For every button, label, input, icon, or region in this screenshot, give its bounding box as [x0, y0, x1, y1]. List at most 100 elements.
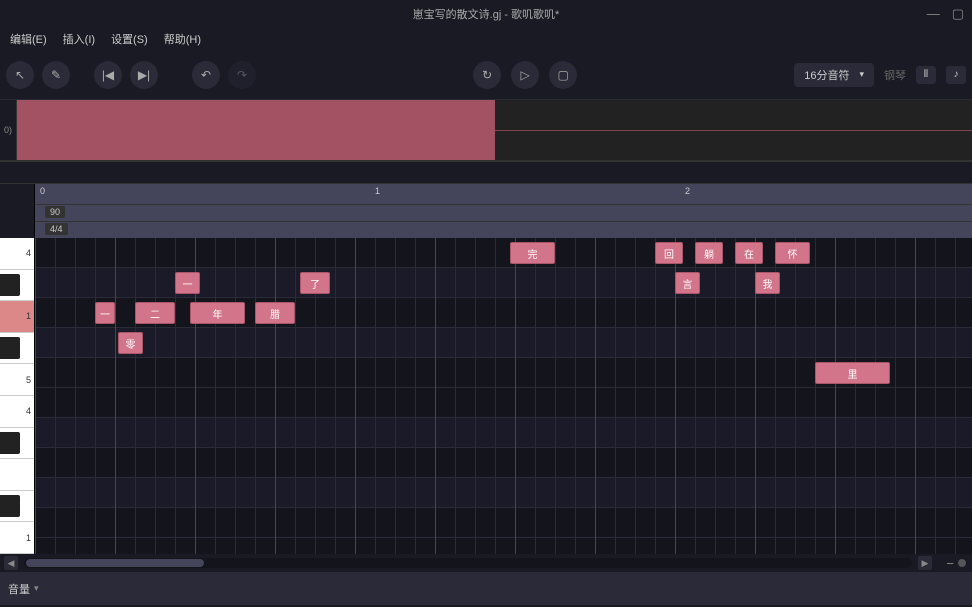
note-block[interactable]: 完 — [510, 242, 555, 264]
menu-help[interactable]: 帮助(H) — [158, 29, 207, 49]
grid-vline — [375, 238, 376, 554]
redo-button[interactable]: ↷ — [228, 61, 256, 89]
grid-vline — [635, 238, 636, 554]
note-block[interactable]: 里 — [815, 362, 890, 384]
waveform-overview: 0) — [0, 100, 972, 162]
note-grid-container: 0 1 2 90 4/4 完回躺在怀一了言我一二年腊零里睡 — [35, 184, 972, 554]
piano-key[interactable]: 1 — [0, 522, 34, 554]
snap-left-tool[interactable]: |◀ — [94, 61, 122, 89]
grid-vline — [655, 238, 656, 554]
undo-button[interactable]: ↶ — [192, 61, 220, 89]
pointer-tool[interactable]: ↖ — [6, 61, 34, 89]
ruler-mark: 2 — [685, 186, 690, 196]
tempo-value[interactable]: 90 — [45, 206, 65, 218]
zoom-controls: − — [946, 556, 966, 571]
piano-roll: 4 1 5 4 1 0 1 2 90 4/4 完回躺在怀一了言我一二年腊零里睡 — [0, 184, 972, 554]
piano-key-black[interactable] — [0, 491, 34, 523]
window-controls: — ▢ — [927, 6, 964, 22]
transport-controls: ↻ ▷ ▢ — [256, 61, 794, 89]
scroll-track[interactable] — [24, 558, 912, 568]
grid-vline — [35, 238, 36, 554]
note-block[interactable]: 年 — [190, 302, 245, 324]
piano-key[interactable]: 4 — [0, 396, 34, 428]
grid-vline — [355, 238, 356, 554]
grid-vline — [855, 238, 856, 554]
grid-vline — [255, 238, 256, 554]
mixer-button[interactable]: ♪ — [946, 66, 966, 84]
note-block[interactable]: 言 — [675, 272, 700, 294]
grid-vline — [95, 238, 96, 554]
note-block[interactable]: 在 — [735, 242, 763, 264]
stop-button[interactable]: ▢ — [549, 61, 577, 89]
piano-key[interactable] — [0, 459, 34, 491]
waveform-body[interactable] — [17, 100, 972, 160]
toolbar: ↖ ✎ |◀ ▶| ↶ ↷ ↻ ▷ ▢ 16分音符 ▾ 钢琴 ⦀ ♪ — [0, 50, 972, 100]
snap-right-tool[interactable]: ▶| — [130, 61, 158, 89]
play-button[interactable]: ▷ — [511, 61, 539, 89]
note-division-label: 16分音符 — [804, 67, 849, 83]
tempo-track[interactable]: 90 — [35, 204, 972, 221]
scroll-left-button[interactable]: ◀ — [4, 556, 18, 570]
piano-key-black[interactable] — [0, 333, 34, 365]
piano-key[interactable]: 5 — [0, 364, 34, 396]
note-division-select[interactable]: 16分音符 ▾ — [794, 63, 874, 87]
note-block[interactable]: 一 — [175, 272, 200, 294]
parameter-panel[interactable]: 音量 ▾ — [0, 572, 972, 605]
note-block[interactable]: 躺 — [695, 242, 723, 264]
piano-key[interactable]: 4 — [0, 238, 34, 270]
piano-key-black[interactable] — [0, 428, 34, 460]
note-block[interactable]: 腊 — [255, 302, 295, 324]
menu-insert[interactable]: 插入(I) — [57, 29, 101, 49]
chevron-down-icon: ▾ — [859, 69, 864, 80]
grid-vline — [415, 238, 416, 554]
grid-vline — [575, 238, 576, 554]
grid-vline — [815, 238, 816, 554]
grid-vline — [235, 238, 236, 554]
loop-button[interactable]: ↻ — [473, 61, 501, 89]
maximize-button[interactable]: ▢ — [952, 6, 964, 22]
note-block[interactable]: 怀 — [775, 242, 810, 264]
grid-vline — [735, 238, 736, 554]
grid-vline — [275, 238, 276, 554]
zoom-indicator — [958, 559, 966, 567]
waveform-line — [495, 130, 972, 131]
grid-vline — [835, 238, 836, 554]
scroll-right-button[interactable]: ▶ — [918, 556, 932, 570]
note-block[interactable]: 零 — [118, 332, 143, 354]
waveform-track-index: 0) — [0, 100, 17, 160]
timesig-value[interactable]: 4/4 — [45, 223, 68, 235]
zoom-out-button[interactable]: − — [946, 556, 954, 571]
pencil-tool[interactable]: ✎ — [42, 61, 70, 89]
piano-key-black[interactable] — [0, 270, 34, 302]
note-block[interactable]: 二 — [135, 302, 175, 324]
timesig-track[interactable]: 4/4 — [35, 221, 972, 238]
title-bar: 崽宝写的散文诗.gj - 歌叽歌叽* — ▢ — [0, 0, 972, 28]
menu-settings[interactable]: 设置(S) — [105, 29, 154, 49]
grid-vline — [455, 238, 456, 554]
minimize-button[interactable]: — — [927, 6, 940, 22]
note-block[interactable]: 回 — [655, 242, 683, 264]
grid-vline — [435, 238, 436, 554]
grid-vline — [895, 238, 896, 554]
note-grid[interactable]: 完回躺在怀一了言我一二年腊零里睡 — [35, 238, 972, 554]
grid-vline — [475, 238, 476, 554]
time-ruler[interactable]: 0 1 2 — [35, 184, 972, 204]
note-block[interactable]: 我 — [755, 272, 780, 294]
grid-vline — [955, 238, 956, 554]
grid-vline — [115, 238, 116, 554]
piano-keyboard: 4 1 5 4 1 — [0, 184, 35, 554]
note-block[interactable]: 一 — [95, 302, 115, 324]
grid-vline — [935, 238, 936, 554]
grid-vline — [75, 238, 76, 554]
grid-vline — [715, 238, 716, 554]
grid-vline — [335, 238, 336, 554]
grid-vline — [915, 238, 916, 554]
parameter-label: 音量 — [8, 581, 30, 597]
scroll-thumb[interactable] — [26, 559, 204, 567]
grid-vline — [55, 238, 56, 554]
menu-edit[interactable]: 编辑(E) — [4, 29, 53, 49]
eq-toggle[interactable]: ⦀ — [916, 66, 936, 84]
grid-vline — [515, 238, 516, 554]
piano-key-active[interactable]: 1 — [0, 301, 34, 333]
note-block[interactable]: 了 — [300, 272, 330, 294]
